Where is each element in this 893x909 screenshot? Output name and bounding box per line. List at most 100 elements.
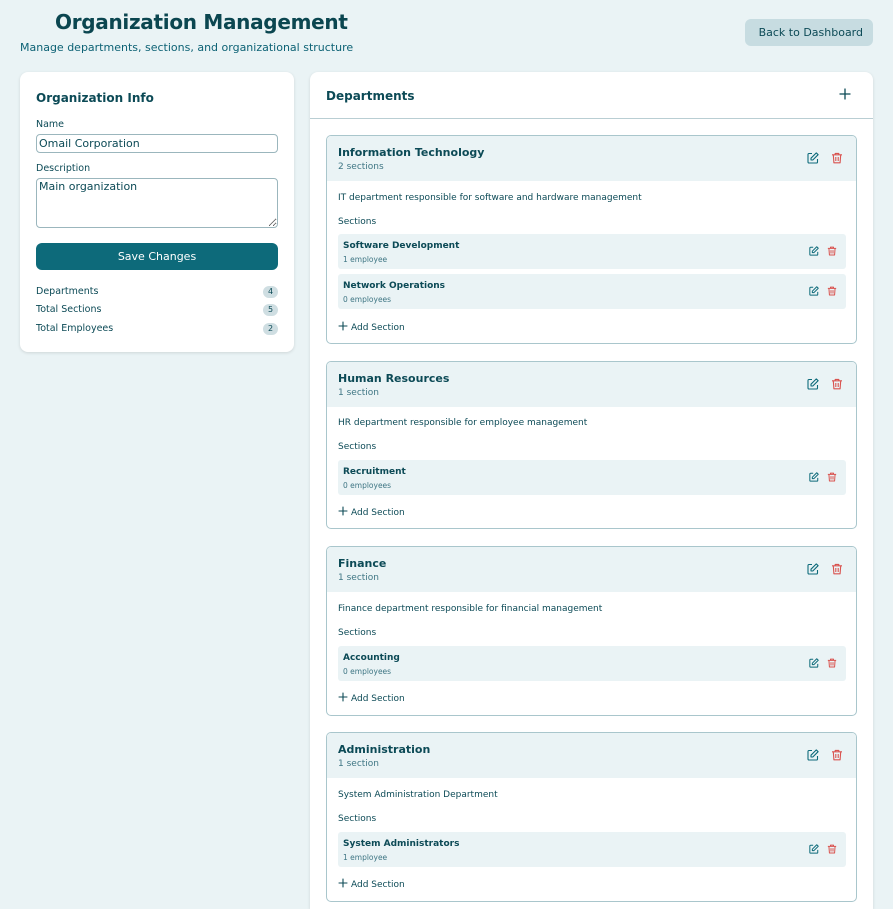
stat-count-badge: 2 (263, 323, 278, 335)
sections-label: Sections (338, 442, 377, 452)
add-section-label: Add Section (351, 694, 405, 704)
edit-icon (807, 749, 819, 761)
section-row: Recruitment 0 employees (338, 460, 846, 495)
page-title: Organization Management (55, 10, 348, 34)
add-section-button[interactable]: Add Section (338, 878, 405, 890)
section-name: System Administrators (343, 839, 460, 849)
edit-icon (807, 378, 819, 390)
trash-icon (827, 472, 837, 482)
department-section-count: 1 section (338, 759, 380, 769)
edit-department-button[interactable] (807, 749, 819, 761)
department-card: Administration 1 section System Administ… (326, 732, 857, 902)
trash-icon (827, 844, 837, 854)
delete-department-button[interactable] (831, 749, 843, 761)
plus-icon (338, 506, 348, 516)
department-section-count: 1 section (338, 573, 380, 583)
section-employee-count: 1 employee (343, 853, 388, 862)
department-description: IT department responsible for software a… (338, 193, 642, 203)
stat-label: Departments (36, 286, 99, 297)
page-header: Organization Management Manage departmen… (0, 0, 893, 70)
plus-icon (338, 321, 348, 331)
sections-label: Sections (338, 814, 377, 824)
stat-total-sections: Total Sections 5 (36, 304, 278, 318)
department-name: Human Resources (338, 372, 450, 385)
edit-section-button[interactable] (809, 472, 819, 482)
section-row: Software Development 1 employee (338, 234, 846, 269)
add-department-button[interactable] (838, 87, 852, 101)
departments-title: Departments (326, 89, 415, 103)
edit-section-button[interactable] (809, 246, 819, 256)
section-row: System Administrators 1 employee (338, 832, 846, 867)
stat-total-employees: Total Employees 2 (36, 323, 278, 337)
stat-label: Total Sections (36, 304, 102, 315)
section-name: Software Development (343, 241, 460, 251)
department-name: Administration (338, 743, 431, 756)
section-employee-count: 0 employees (343, 295, 392, 304)
edit-department-button[interactable] (807, 152, 819, 164)
department-header: Human Resources 1 section (327, 362, 856, 407)
delete-section-button[interactable] (827, 844, 837, 854)
edit-icon (809, 286, 819, 296)
plus-icon (338, 692, 348, 702)
department-card: Finance 1 section Finance department res… (326, 546, 857, 716)
organization-info-card: Organization Info Name Description Main … (20, 72, 294, 352)
organization-name-input[interactable] (36, 134, 278, 153)
trash-icon (827, 286, 837, 296)
department-description: HR department responsible for employee m… (338, 418, 588, 428)
edit-section-button[interactable] (809, 844, 819, 854)
delete-section-button[interactable] (827, 472, 837, 482)
stat-count-badge: 4 (263, 286, 278, 298)
add-section-button[interactable]: Add Section (338, 692, 405, 704)
sections-label: Sections (338, 217, 377, 227)
edit-department-button[interactable] (807, 563, 819, 575)
delete-department-button[interactable] (831, 563, 843, 575)
section-employee-count: 0 employees (343, 667, 392, 676)
trash-icon (832, 378, 842, 390)
section-name: Network Operations (343, 281, 446, 291)
add-section-label: Add Section (351, 323, 405, 333)
department-header: Finance 1 section (327, 547, 856, 592)
delete-section-button[interactable] (827, 286, 837, 296)
edit-icon (807, 152, 819, 164)
section-name: Accounting (343, 653, 400, 663)
edit-icon (809, 472, 819, 482)
trash-icon (827, 658, 837, 668)
add-section-button[interactable]: Add Section (338, 321, 405, 333)
departments-card: Departments Information Technology 2 sec… (310, 72, 873, 909)
department-name: Finance (338, 557, 387, 570)
department-card: Information Technology 2 sections IT dep… (326, 135, 857, 344)
add-section-button[interactable]: Add Section (338, 506, 405, 518)
edit-icon (807, 563, 819, 575)
stat-departments: Departments 4 (36, 286, 278, 300)
department-header: Information Technology 2 sections (327, 136, 856, 181)
department-description: System Administration Department (338, 790, 498, 800)
edit-department-button[interactable] (807, 378, 819, 390)
stat-count-badge: 5 (263, 304, 278, 316)
trash-icon (827, 246, 837, 256)
edit-section-button[interactable] (809, 658, 819, 668)
delete-department-button[interactable] (831, 152, 843, 164)
trash-icon (832, 749, 842, 761)
add-section-label: Add Section (351, 880, 405, 890)
delete-section-button[interactable] (827, 246, 837, 256)
organization-info-title: Organization Info (36, 91, 154, 105)
department-name: Information Technology (338, 146, 485, 159)
section-employee-count: 0 employees (343, 481, 392, 490)
delete-section-button[interactable] (827, 658, 837, 668)
edit-icon (809, 246, 819, 256)
section-name: Recruitment (343, 467, 406, 477)
plus-icon (839, 88, 851, 100)
page-subtitle: Manage departments, sections, and organi… (20, 41, 354, 54)
edit-section-button[interactable] (809, 286, 819, 296)
save-changes-button[interactable]: Save Changes (36, 243, 278, 270)
section-row: Accounting 0 employees (338, 646, 846, 681)
back-to-dashboard-button[interactable]: Back to Dashboard (745, 19, 873, 46)
sections-label: Sections (338, 628, 377, 638)
stat-label: Total Employees (36, 323, 114, 334)
department-description: Finance department responsible for finan… (338, 604, 603, 614)
organization-description-input[interactable]: Main organization (36, 178, 278, 228)
department-section-count: 2 sections (338, 162, 384, 172)
department-card: Human Resources 1 section HR department … (326, 361, 857, 529)
plus-icon (338, 878, 348, 888)
delete-department-button[interactable] (831, 378, 843, 390)
